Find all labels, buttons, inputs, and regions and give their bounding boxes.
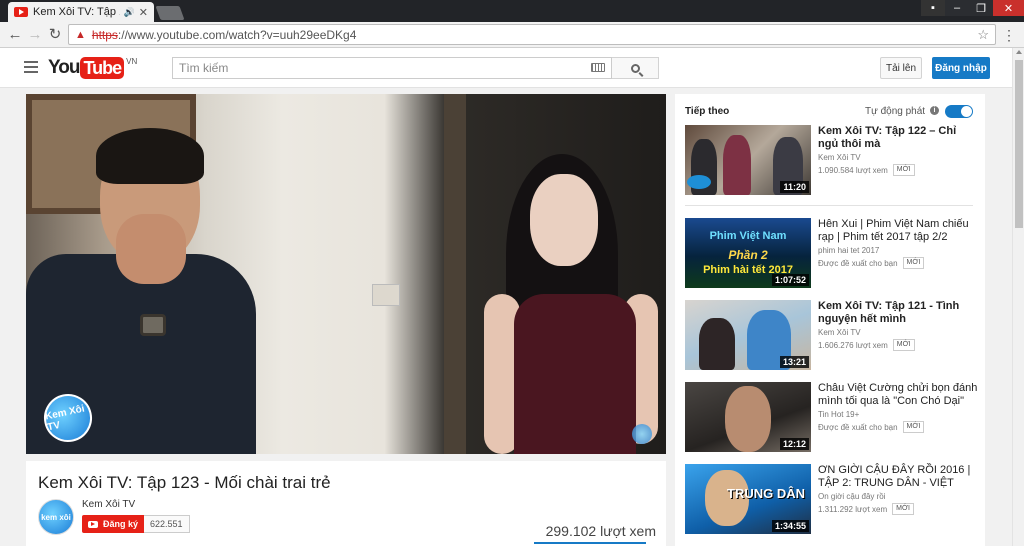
speaker-icon[interactable]: 🔊 [124, 7, 135, 18]
youtube-masthead: You Tube VN Tải lên Đăng nhập [0, 48, 1012, 88]
new-badge: MỚI [892, 164, 915, 176]
back-arrow-icon[interactable]: ← [6, 26, 24, 44]
video-info-card: Kem Xôi TV: Tập 123 - Mối chài trai trẻ … [26, 461, 666, 546]
youtube-favicon-icon [14, 7, 28, 17]
youtube-logo[interactable]: You Tube VN [48, 57, 137, 79]
upload-button[interactable]: Tải lên [880, 57, 922, 79]
warning-icon: ▲ [75, 28, 86, 41]
browser-tab[interactable]: Kem Xôi TV: Tập 123 🔊 ✕ [8, 2, 154, 22]
new-tab-button[interactable] [155, 6, 185, 20]
rec-meta: Được đề xuất cho bạn MỚI [818, 421, 925, 433]
rec-title[interactable]: ƠN GIỜI CẬU ĐÂY RỒI 2016 | TẬP 2: TRUNG … [818, 464, 978, 490]
page-scrollbar[interactable] [1012, 48, 1024, 546]
video-frame-switch [372, 284, 400, 306]
duration-badge: 11:20 [780, 181, 809, 193]
rec-meta: 1.090.584 lượt xem MỚI [818, 164, 915, 176]
user-icon[interactable]: ▪ [921, 0, 945, 16]
browser-toolbar: ← → ↻ ▲ https ://www.youtube.com/watch?v… [0, 22, 1024, 48]
new-badge: MỚI [902, 421, 925, 433]
rec-meta: Được đề xuất cho bạn MỚI [818, 257, 925, 269]
rec-channel[interactable]: Tin Hot 19+ [818, 410, 859, 419]
duration-badge: 1:07:52 [771, 274, 809, 286]
rec-title[interactable]: Châu Việt Cường chửi bọn đánh mình tối q… [818, 382, 978, 408]
subscribe-button[interactable]: Đăng ký 622.551 [82, 515, 190, 533]
scroll-thumb[interactable] [1015, 60, 1023, 228]
maximize-button[interactable]: ❐ [969, 0, 993, 16]
video-player[interactable]: Kem Xôi TV [26, 94, 666, 454]
close-tab-icon[interactable]: ✕ [139, 6, 148, 19]
rec-title[interactable]: Hên Xui | Phim Việt Nam chiếu rạp | Phim… [818, 218, 978, 244]
browser-menu-icon[interactable]: ⋮ [1002, 26, 1016, 44]
logo-you: You [48, 57, 81, 78]
new-badge: MỚI [892, 503, 914, 515]
view-count: 299.102 lượt xem [545, 523, 656, 539]
subscriber-count: 622.551 [144, 515, 190, 533]
duration-badge: 1:34:55 [771, 520, 809, 532]
divider [685, 205, 973, 206]
video-thumbnail[interactable]: 12:12 [685, 382, 811, 452]
address-bar[interactable]: ▲ https ://www.youtube.com/watch?v=uuh29… [68, 24, 996, 45]
channel-avatar[interactable]: kem xôi [38, 499, 74, 535]
search-icon [630, 63, 640, 73]
close-window-button[interactable]: ✕ [993, 0, 1024, 16]
up-next-sidebar: Tiếp theo Tự động phát i 11:20 Kem Xôi T… [675, 94, 985, 546]
keyboard-icon[interactable] [591, 63, 605, 72]
reload-icon[interactable]: ↻ [46, 26, 64, 44]
video-frame-door [444, 94, 466, 454]
autoplay-toggle[interactable] [945, 105, 973, 118]
video-thumbnail[interactable]: TRUNG DÂN 1:34:55 [685, 464, 811, 534]
browser-tabbar: Kem Xôi TV: Tập 123 🔊 ✕ ▪ – ❐ ✕ [0, 0, 1024, 22]
video-title: Kem Xôi TV: Tập 123 - Mối chài trai trẻ [38, 473, 331, 492]
search-button[interactable] [612, 57, 659, 79]
logo-region: VN [126, 57, 138, 66]
channel-name[interactable]: Kem Xôi TV [82, 499, 135, 510]
minimize-button[interactable]: – [945, 0, 969, 16]
new-badge: MỚI [902, 257, 925, 269]
bookmark-star-icon[interactable]: ☆ [977, 27, 989, 43]
search-input[interactable] [179, 61, 579, 75]
signin-button[interactable]: Đăng nhập [932, 57, 990, 79]
logo-tube: Tube [80, 57, 125, 79]
forward-arrow-icon[interactable]: → [26, 26, 44, 44]
video-thumbnail[interactable]: 11:20 [685, 125, 811, 195]
list-item[interactable]: Phim Việt Nam Phần 2 Phim hài tết 2017 1… [685, 218, 975, 290]
small-watermark-icon [632, 424, 652, 444]
duration-badge: 13:21 [779, 356, 809, 368]
up-next-heading: Tiếp theo [685, 106, 730, 117]
rec-meta: 1.606.276 lượt xem MỚI [818, 339, 915, 351]
rec-title[interactable]: Kem Xôi TV: Tập 122 – Chỉ ngủ thôi mà [818, 125, 978, 151]
list-item[interactable]: 13:21 Kem Xôi TV: Tập 121 - Tình nguyện … [685, 300, 975, 372]
rec-channel[interactable]: On giời cậu đây rồi [818, 492, 886, 501]
subscribe-main[interactable]: Đăng ký [82, 515, 145, 533]
scroll-up-icon[interactable] [1016, 50, 1022, 54]
duration-badge: 12:12 [779, 438, 809, 450]
rec-meta: 1.311.292 lượt xem MỚI [818, 503, 914, 515]
autoplay-label: Tự động phát [865, 106, 926, 117]
rec-channel[interactable]: phim hai tet 2017 [818, 246, 879, 255]
like-ratio-bar [534, 542, 646, 544]
search-box [172, 57, 612, 79]
url-text: ://www.youtube.com/watch?v=uuh29eeDKg4 [117, 27, 357, 42]
thumb-text: Phần 2 [728, 248, 768, 262]
rec-title[interactable]: Kem Xôi TV: Tập 121 - Tình nguyện hết mì… [818, 300, 978, 326]
thumb-text: TRUNG DÂN [727, 486, 805, 501]
new-badge: MỚI [892, 339, 915, 351]
list-item[interactable]: 11:20 Kem Xôi TV: Tập 122 – Chỉ ngủ thôi… [685, 125, 975, 197]
subscribe-label: Đăng ký [103, 519, 139, 529]
tab-title: Kem Xôi TV: Tập 123 [33, 6, 120, 18]
rec-channel[interactable]: Kem Xôi TV [818, 153, 861, 162]
info-icon[interactable]: i [930, 106, 939, 115]
video-figure-woman [474, 154, 666, 454]
thumb-text: Phim Việt Nam [709, 230, 787, 242]
rec-channel[interactable]: Kem Xôi TV [818, 328, 861, 337]
youtube-play-icon [88, 520, 98, 528]
url-scheme: https [91, 27, 118, 42]
list-item[interactable]: 12:12 Châu Việt Cường chửi bọn đánh mình… [685, 382, 978, 454]
video-thumbnail[interactable]: Phim Việt Nam Phần 2 Phim hài tết 2017 1… [685, 218, 811, 288]
hamburger-menu-icon[interactable] [24, 61, 38, 73]
video-thumbnail[interactable]: 13:21 [685, 300, 811, 370]
list-item[interactable]: TRUNG DÂN 1:34:55 ƠN GIỜI CẬU ĐÂY RỒI 20… [685, 464, 975, 536]
